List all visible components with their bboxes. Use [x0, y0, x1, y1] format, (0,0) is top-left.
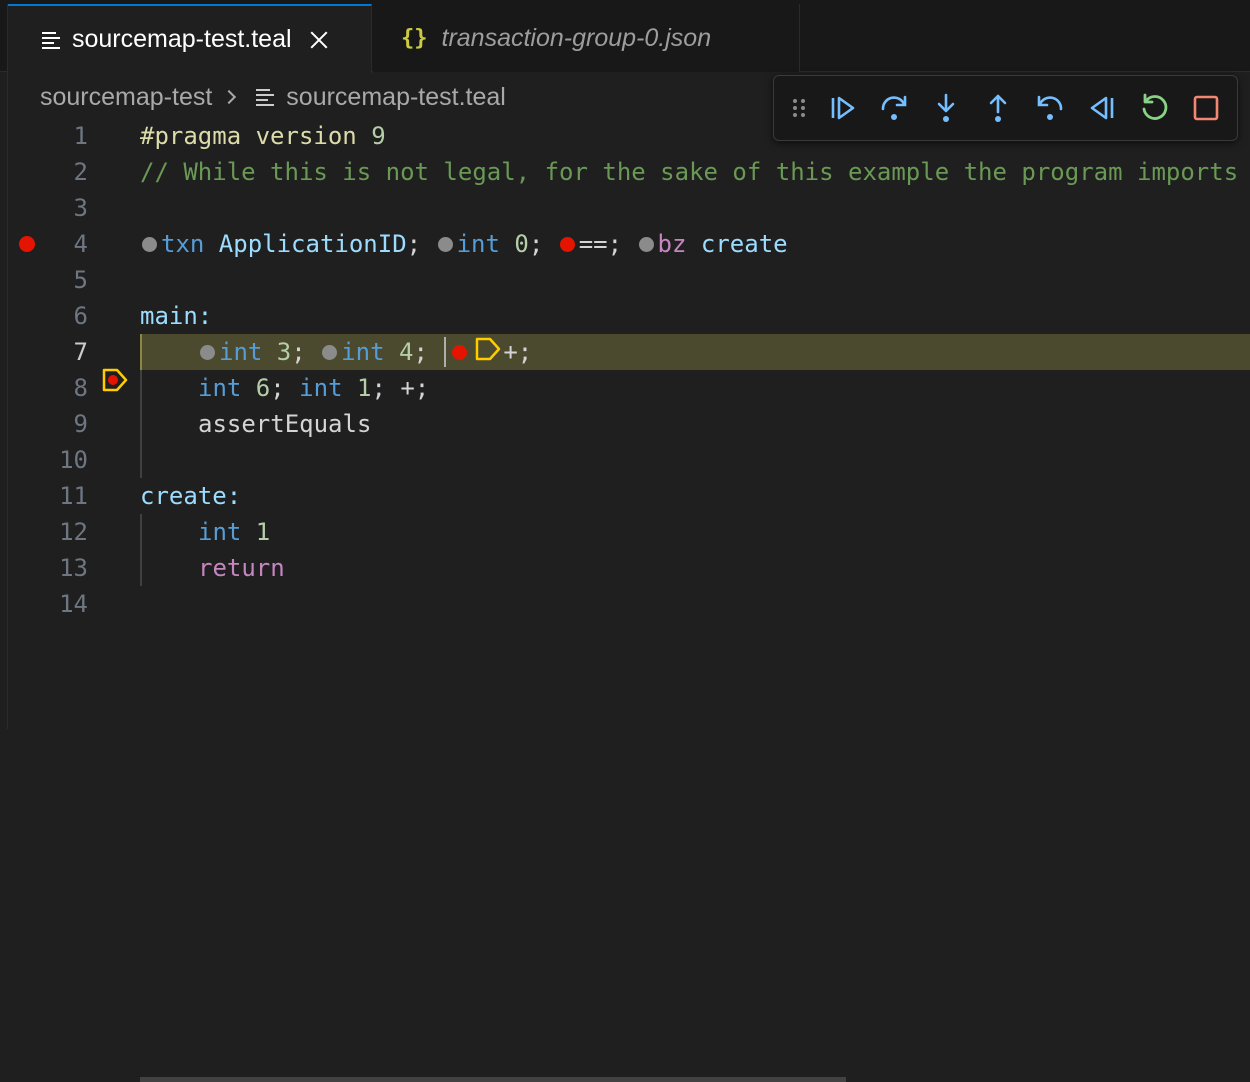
step-back-icon[interactable]: [1032, 90, 1068, 126]
breadcrumb-file[interactable]: sourcemap-test.teal: [286, 83, 506, 112]
line-number[interactable]: 1: [30, 122, 88, 150]
label-ref: create: [686, 230, 788, 258]
line-number[interactable]: 6: [30, 302, 88, 330]
line-number[interactable]: 12: [30, 518, 88, 546]
breadcrumb: sourcemap-test sourcemap-test.teal: [40, 80, 506, 114]
code-line: 8 int 6; int 1; +;: [0, 370, 1250, 406]
line-number[interactable]: 8: [30, 374, 88, 402]
text-cursor: [444, 337, 447, 367]
tab-label: transaction-group-0.json: [441, 23, 712, 52]
chevron-right-icon: [222, 89, 237, 105]
line-number[interactable]: 13: [30, 554, 88, 582]
code-line: 5: [0, 262, 1250, 298]
pragma-directive: #pragma version: [140, 122, 357, 150]
line-number[interactable]: 5: [30, 266, 88, 294]
code-line: 12 int 1: [0, 514, 1250, 550]
opcode: int: [341, 338, 385, 366]
debug-toolbar: [773, 75, 1238, 141]
current-code-line: 7 int 3; int 4; +;: [0, 334, 1250, 392]
lines-file-icon: [256, 88, 275, 106]
line-number[interactable]: 2: [30, 158, 88, 186]
label: main:: [140, 302, 213, 330]
inline-breakpoint-hint-icon[interactable]: [322, 344, 338, 360]
opcode: int: [299, 374, 343, 402]
continue-icon[interactable]: [825, 90, 861, 126]
separator: ;: [413, 338, 443, 366]
line-number[interactable]: 7: [30, 338, 88, 366]
code-line: 10: [0, 442, 1250, 478]
line-number[interactable]: 9: [30, 410, 88, 438]
reverse-continue-icon[interactable]: [1084, 90, 1120, 126]
separator: ;: [270, 374, 300, 402]
code-line: 13 return: [0, 550, 1250, 586]
number: 1: [241, 518, 271, 546]
line-number[interactable]: 4: [30, 230, 88, 258]
inline-breakpoint-hint-icon[interactable]: [437, 236, 453, 252]
code-line: 11 create:: [0, 478, 1250, 514]
number: 4: [384, 338, 414, 366]
stop-icon[interactable]: [1188, 90, 1224, 126]
inline-breakpoint-hint-icon[interactable]: [638, 236, 654, 252]
restart-icon[interactable]: [1136, 90, 1172, 126]
current-statement-icon: [475, 337, 501, 367]
number: 6: [241, 374, 271, 402]
drag-handle-icon[interactable]: [788, 90, 810, 126]
label: create:: [140, 482, 242, 510]
braces-json-icon: {}: [401, 25, 428, 51]
opcode: int: [198, 518, 242, 546]
tab-transaction-group-json[interactable]: {} transaction-group-0.json: [373, 4, 800, 72]
opcode: txn: [161, 230, 205, 258]
opcode: int: [456, 230, 500, 258]
breadcrumb-folder[interactable]: sourcemap-test: [40, 83, 212, 112]
tab-label: sourcemap-test.teal: [72, 25, 292, 53]
inline-breakpoint-hint-icon[interactable]: [200, 344, 215, 360]
pragma-version: 9: [356, 122, 386, 150]
line-number[interactable]: 11: [30, 482, 88, 510]
code-line: 14: [0, 586, 1250, 622]
separator: ;: [406, 230, 436, 258]
code-editor[interactable]: 1 #pragma version 9 2 // While this is n…: [0, 118, 1250, 1078]
opcode: int: [198, 374, 242, 402]
separator: ;: [291, 338, 321, 366]
field: ApplicationID: [204, 230, 407, 258]
opcode: int: [219, 338, 263, 366]
step-over-icon[interactable]: [876, 90, 912, 126]
operator: +;: [503, 338, 533, 366]
opcode: return: [198, 554, 285, 582]
step-into-icon[interactable]: [928, 90, 964, 126]
step-out-icon[interactable]: [980, 90, 1016, 126]
tab-sourcemap-test-teal[interactable]: sourcemap-test.teal: [8, 4, 372, 73]
code-line: 4 txn ApplicationID; int 0; ==; bz creat…: [0, 226, 1250, 262]
line-number[interactable]: 3: [30, 194, 88, 222]
number: 1: [342, 374, 372, 402]
code-line: 2 // While this is not legal, for the sa…: [0, 154, 1250, 190]
lines-file-icon: [42, 31, 60, 49]
macro-call: assertEquals: [198, 410, 372, 438]
horizontal-scrollbar[interactable]: [140, 1077, 846, 1082]
opcode: bz: [657, 230, 687, 258]
operator: ; +;: [371, 374, 430, 402]
line-number[interactable]: 10: [30, 446, 88, 474]
code-line: 3: [0, 190, 1250, 226]
operator: ==;: [578, 230, 623, 258]
separator: ;: [528, 230, 558, 258]
inline-breakpoint-hint-icon[interactable]: [142, 236, 157, 252]
number: 0: [499, 230, 529, 258]
number: 3: [262, 338, 292, 366]
close-icon[interactable]: [308, 29, 330, 51]
inline-breakpoint-icon[interactable]: [452, 344, 468, 360]
code-line: 6 main:: [0, 298, 1250, 334]
comment: // While this is not legal, for the sake…: [140, 158, 1239, 186]
line-number[interactable]: 14: [30, 590, 88, 618]
inline-breakpoint-icon[interactable]: [559, 236, 575, 252]
code-line: 9 assertEquals: [0, 406, 1250, 442]
